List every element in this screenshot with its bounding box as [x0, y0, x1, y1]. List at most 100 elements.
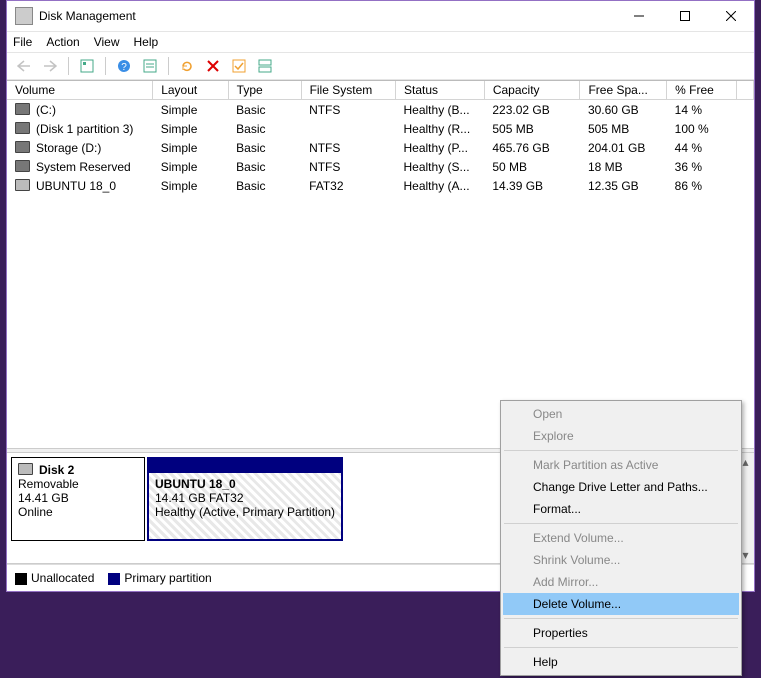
table-cell: FAT32: [301, 176, 395, 195]
table-cell: Basic: [228, 157, 301, 176]
table-cell: Basic: [228, 176, 301, 195]
table-cell: [737, 119, 754, 138]
table-cell: 204.01 GB: [580, 138, 667, 157]
ctx-extend[interactable]: Extend Volume...: [503, 527, 739, 549]
table-row[interactable]: UBUNTU 18_0SimpleBasicFAT32Healthy (A...…: [7, 176, 754, 195]
table-cell: 14 %: [667, 100, 737, 120]
table-cell: Healthy (A...: [396, 176, 485, 195]
menu-help[interactable]: Help: [134, 35, 159, 49]
forward-button[interactable]: [39, 55, 61, 77]
disk-state: Online: [18, 505, 53, 519]
table-row[interactable]: System ReservedSimpleBasicNTFSHealthy (S…: [7, 157, 754, 176]
table-cell: [301, 119, 395, 138]
table-cell: Simple: [153, 100, 228, 120]
table-cell: 505 MB: [580, 119, 667, 138]
table-cell: Simple: [153, 138, 228, 157]
table-cell: Simple: [153, 157, 228, 176]
column-header[interactable]: Capacity: [484, 81, 580, 100]
minimize-button[interactable]: [616, 1, 662, 31]
toolbar: ?: [7, 52, 754, 80]
table-cell: 505 MB: [484, 119, 580, 138]
table-row[interactable]: (Disk 1 partition 3)SimpleBasicHealthy (…: [7, 119, 754, 138]
volume-icon: [15, 103, 30, 115]
table-cell: 86 %: [667, 176, 737, 195]
ctx-shrink[interactable]: Shrink Volume...: [503, 549, 739, 571]
column-header[interactable]: Status: [396, 81, 485, 100]
ctx-mirror[interactable]: Add Mirror...: [503, 571, 739, 593]
table-row[interactable]: (C:)SimpleBasicNTFSHealthy (B...223.02 G…: [7, 100, 754, 120]
table-cell: 223.02 GB: [484, 100, 580, 120]
toolbar-settings-icon[interactable]: [76, 55, 98, 77]
column-header[interactable]: % Free: [667, 81, 737, 100]
ctx-mark-active[interactable]: Mark Partition as Active: [503, 454, 739, 476]
disk-kind: Removable: [18, 477, 79, 491]
disk-size: 14.41 GB: [18, 491, 69, 505]
partition-block[interactable]: UBUNTU 18_0 14.41 GB FAT32 Healthy (Acti…: [147, 457, 363, 541]
disk-meta[interactable]: Disk 2 Removable 14.41 GB Online: [11, 457, 145, 541]
volume-icon: [15, 141, 30, 153]
ctx-properties[interactable]: Properties: [503, 622, 739, 644]
menu-view[interactable]: View: [94, 35, 120, 49]
refresh-icon[interactable]: [176, 55, 198, 77]
disk-row: Disk 2 Removable 14.41 GB Online UBUNTU …: [11, 457, 363, 541]
ctx-format[interactable]: Format...: [503, 498, 739, 520]
ctx-explore[interactable]: Explore: [503, 425, 739, 447]
volume-icon: [15, 160, 30, 172]
maximize-button[interactable]: [662, 1, 708, 31]
table-cell: 50 MB: [484, 157, 580, 176]
column-header[interactable]: Free Spa...: [580, 81, 667, 100]
ctx-delete-volume[interactable]: Delete Volume...: [503, 593, 739, 615]
table-cell: Healthy (B...: [396, 100, 485, 120]
volume-icon: [15, 179, 30, 191]
context-menu: Open Explore Mark Partition as Active Ch…: [500, 400, 742, 676]
table-cell: UBUNTU 18_0: [7, 176, 153, 195]
table-row[interactable]: Storage (D:)SimpleBasicNTFSHealthy (P...…: [7, 138, 754, 157]
ctx-open[interactable]: Open: [503, 403, 739, 425]
table-cell: Simple: [153, 119, 228, 138]
volume-table: VolumeLayoutTypeFile SystemStatusCapacit…: [7, 81, 754, 195]
table-cell: 12.35 GB: [580, 176, 667, 195]
toolbar-list-icon[interactable]: [139, 55, 161, 77]
back-button[interactable]: [13, 55, 35, 77]
menu-file[interactable]: File: [13, 35, 32, 49]
table-cell: (Disk 1 partition 3): [7, 119, 153, 138]
partition-line3: Healthy (Active, Primary Partition): [155, 505, 335, 519]
table-cell: Healthy (P...: [396, 138, 485, 157]
table-cell: (C:): [7, 100, 153, 120]
column-header[interactable]: Type: [228, 81, 301, 100]
column-spacer: [737, 81, 754, 100]
table-cell: NTFS: [301, 138, 395, 157]
table-cell: 30.60 GB: [580, 100, 667, 120]
table-cell: Basic: [228, 119, 301, 138]
table-cell: [737, 138, 754, 157]
disk-label: Disk 2: [39, 463, 74, 477]
column-header[interactable]: File System: [301, 81, 395, 100]
check-icon[interactable]: [228, 55, 250, 77]
table-cell: Simple: [153, 176, 228, 195]
table-cell: 465.76 GB: [484, 138, 580, 157]
swatch-blue-icon: [108, 573, 120, 585]
volume-list-pane[interactable]: VolumeLayoutTypeFile SystemStatusCapacit…: [7, 81, 754, 448]
table-cell: Healthy (S...: [396, 157, 485, 176]
help-icon[interactable]: ?: [113, 55, 135, 77]
table-cell: [737, 100, 754, 120]
delete-icon[interactable]: [202, 55, 224, 77]
window-title: Disk Management: [39, 9, 616, 23]
ctx-help[interactable]: Help: [503, 651, 739, 673]
menu-action[interactable]: Action: [46, 35, 79, 49]
table-cell: [737, 157, 754, 176]
table-cell: Basic: [228, 138, 301, 157]
partition-header: [149, 459, 341, 473]
table-cell: NTFS: [301, 157, 395, 176]
disk-icon: [18, 463, 33, 475]
column-header[interactable]: Layout: [153, 81, 228, 100]
ctx-change-letter[interactable]: Change Drive Letter and Paths...: [503, 476, 739, 498]
table-cell: 44 %: [667, 138, 737, 157]
table-cell: Basic: [228, 100, 301, 120]
legend-unallocated: Unallocated: [15, 571, 94, 585]
toolbar-panes-icon[interactable]: [254, 55, 276, 77]
titlebar[interactable]: Disk Management: [7, 1, 754, 32]
column-header[interactable]: Volume: [7, 81, 153, 100]
close-button[interactable]: [708, 1, 754, 31]
table-cell: System Reserved: [7, 157, 153, 176]
